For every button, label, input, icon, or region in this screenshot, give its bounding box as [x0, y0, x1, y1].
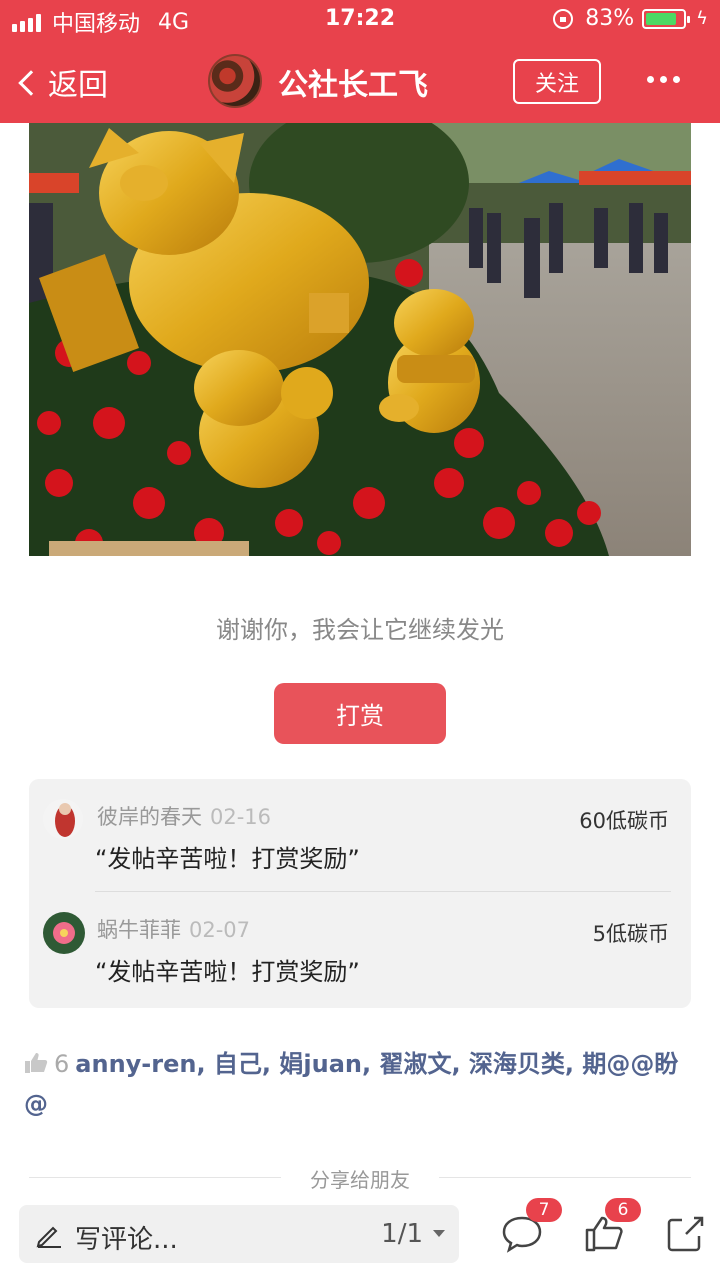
comment-input[interactable]: 写评论... 1/1 — [19, 1205, 459, 1263]
follow-button[interactable]: 关注 — [513, 59, 601, 104]
avatar[interactable] — [43, 912, 85, 954]
share-divider: 分享给朋友 — [29, 1162, 691, 1192]
reward-user[interactable]: 蜗牛菲菲 02-07 — [97, 914, 250, 944]
battery-percent: 83% — [585, 6, 635, 31]
caret-down-icon[interactable] — [433, 1230, 445, 1237]
reward-list: 彼岸的春天 02-16 60低碳币 “发帖辛苦啦！打赏奖励” 蜗牛菲菲 02-07 … — [29, 779, 691, 1008]
comment-badge: 7 — [526, 1198, 562, 1222]
back-button[interactable]: 返回 — [18, 60, 108, 104]
share-label[interactable]: 分享给朋友 — [29, 1164, 691, 1193]
reward-user[interactable]: 彼岸的春天 02-16 — [97, 801, 271, 831]
comment-placeholder: 写评论... — [75, 1225, 178, 1255]
orientation-lock-icon — [553, 8, 574, 29]
likes-list: 6 anny-ren, 自己, 娟juan, 翟淑文, 深海贝类, 期@@盼@ — [24, 1044, 694, 1124]
reward-amount: 5低碳币 — [592, 922, 669, 946]
post-detail-screen: 中国移动 4G 17:22 83% ϟ 返回 公社长工飞 关注 谢谢你，我会让它… — [0, 0, 720, 1280]
like-count: 6 — [54, 1050, 70, 1078]
share-button[interactable] — [664, 1212, 708, 1256]
charging-icon: ϟ — [696, 8, 708, 29]
comments-button[interactable]: 7 — [500, 1198, 562, 1256]
post-photo[interactable] — [29, 123, 691, 556]
battery-icon — [642, 8, 691, 29]
share-icon — [667, 1216, 704, 1252]
thumb-up-icon — [25, 1053, 48, 1073]
reward-item[interactable]: 蜗牛菲菲 02-07 5低碳币 “发帖辛苦啦！打赏奖励” — [29, 892, 691, 1004]
liker-names[interactable]: anny-ren, 自己, 娟juan, 翟淑文, 深海贝类, 期@@盼@ — [24, 1050, 678, 1118]
nav-bar: 返回 公社长工飞 关注 — [0, 40, 720, 123]
more-icon[interactable] — [641, 76, 680, 83]
author-avatar[interactable] — [208, 54, 262, 108]
reward-item[interactable]: 彼岸的春天 02-16 60低碳币 “发帖辛苦啦！打赏奖励” — [29, 779, 691, 892]
chevron-left-icon — [18, 70, 44, 96]
reward-date: 02-07 — [189, 918, 251, 942]
reward-message: “发帖辛苦啦！打赏奖励” — [95, 958, 360, 986]
like-badge: 6 — [605, 1198, 641, 1222]
like-button[interactable]: 6 — [583, 1198, 641, 1256]
reward-amount: 60低碳币 — [579, 809, 669, 833]
avatar[interactable] — [43, 799, 83, 839]
back-label: 返回 — [48, 68, 108, 103]
author-name[interactable]: 公社长工飞 — [278, 60, 428, 104]
reward-date: 02-16 — [210, 805, 272, 829]
page-indicator[interactable]: 1/1 — [381, 1219, 423, 1249]
reward-button[interactable]: 打赏 — [274, 683, 446, 744]
thanks-text: 谢谢你，我会让它继续发光 — [216, 616, 504, 644]
reward-message: “发帖辛苦啦！打赏奖励” — [95, 845, 360, 873]
pencil-icon — [36, 1226, 61, 1248]
status-bar: 中国移动 4G 17:22 83% ϟ — [0, 0, 720, 40]
